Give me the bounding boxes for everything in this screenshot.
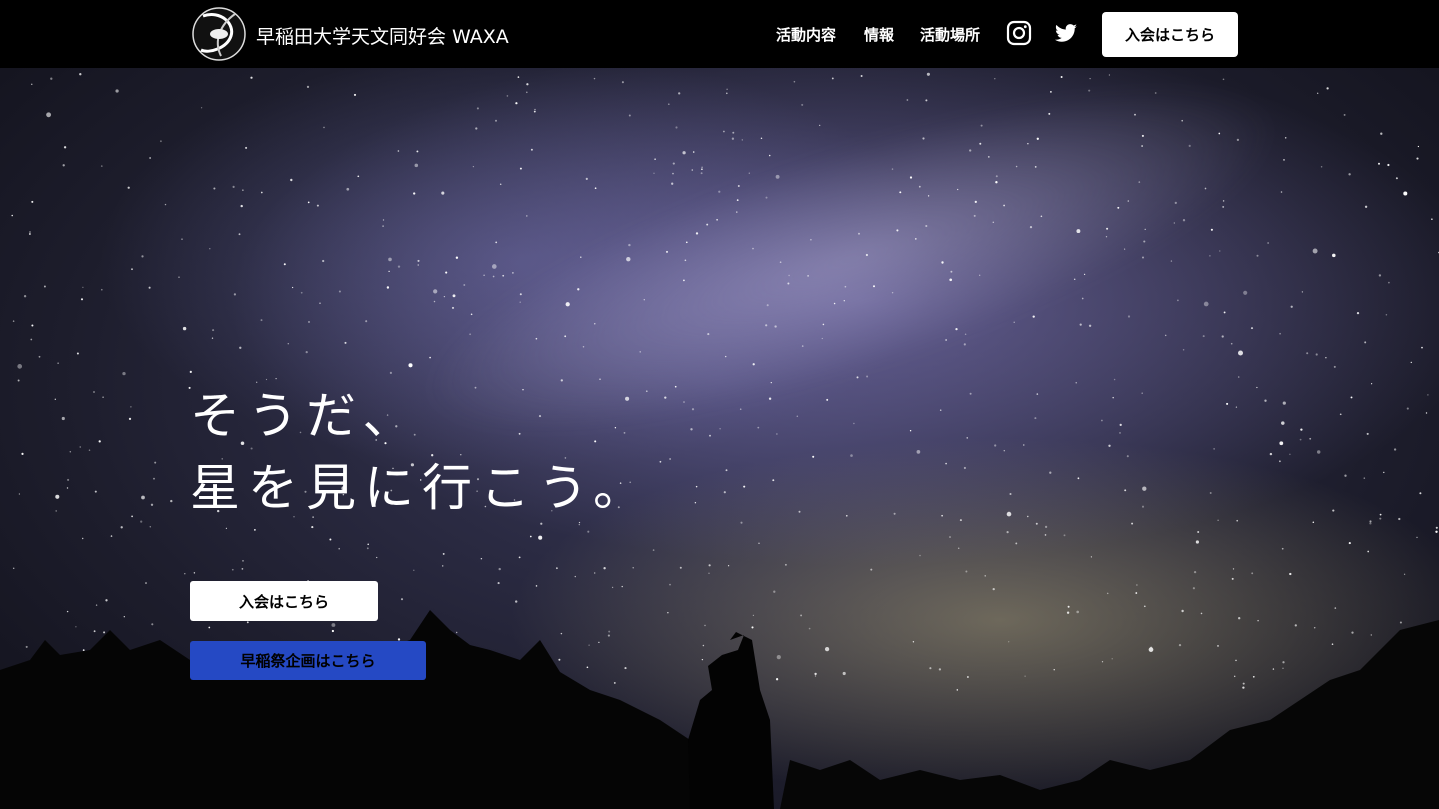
hero-headline: そうだ、 星を見に行こう。 bbox=[190, 380, 651, 524]
nav-locations[interactable]: 活動場所 bbox=[920, 24, 980, 45]
join-button[interactable]: 入会はこちら bbox=[190, 581, 378, 621]
festival-button[interactable]: 早稲祭企画はこちら bbox=[190, 641, 426, 680]
nav-info[interactable]: 情報 bbox=[864, 24, 894, 45]
header-join-button[interactable]: 入会はこちら bbox=[1102, 12, 1238, 57]
twitter-icon[interactable] bbox=[1053, 20, 1079, 46]
headline-line-1: そうだ、 bbox=[190, 387, 421, 445]
nav-activities[interactable]: 活動内容 bbox=[776, 24, 836, 45]
site-title[interactable]: 早稲田大学天文同好会 WAXA bbox=[256, 22, 509, 49]
site-header: 早稲田大学天文同好会 WAXA 活動内容 情報 活動場所 入会はこちら bbox=[0, 0, 1439, 68]
instagram-icon[interactable] bbox=[1006, 20, 1032, 46]
headline-line-2: 星を見に行こう。 bbox=[190, 459, 651, 517]
waxa-logo[interactable] bbox=[191, 6, 247, 62]
